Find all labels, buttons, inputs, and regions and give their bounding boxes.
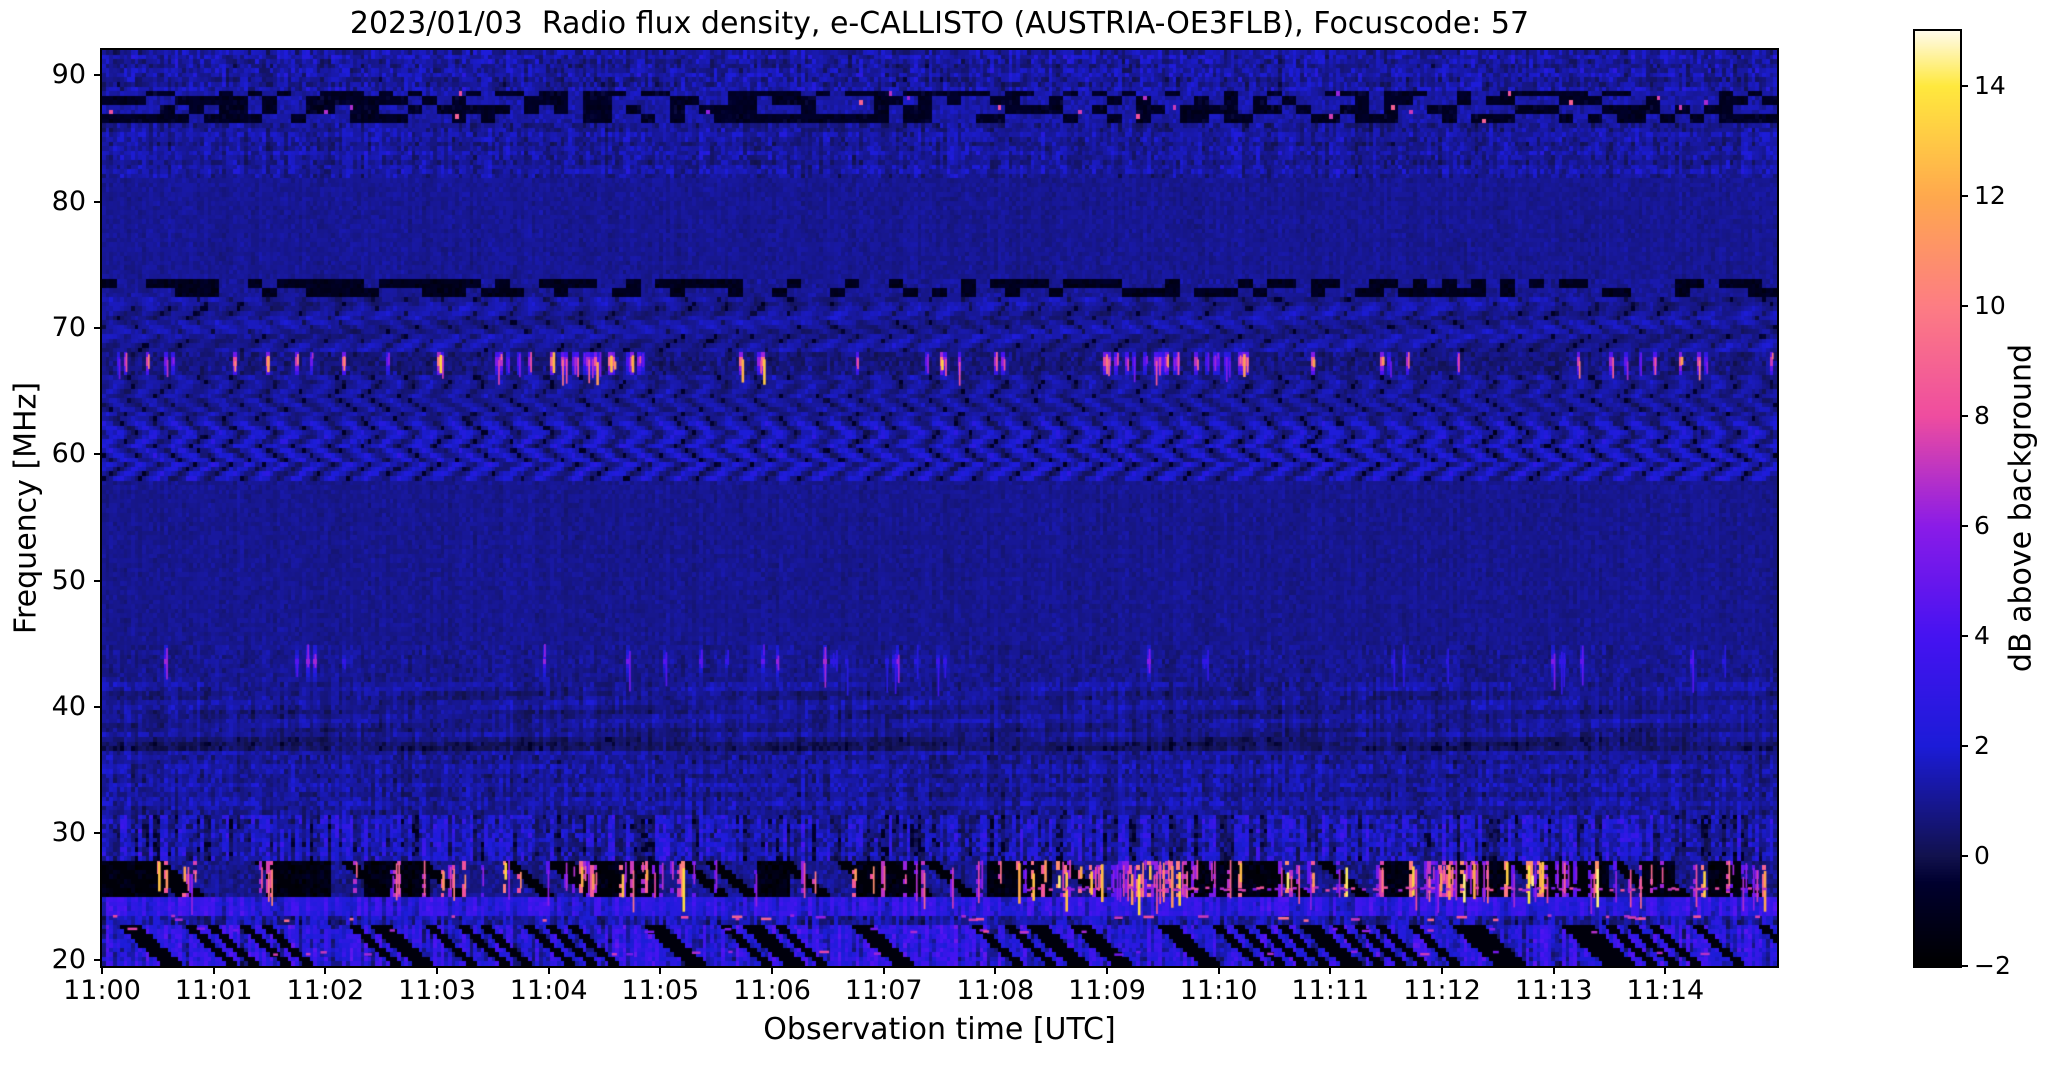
y-tick-label: 30 [51, 817, 86, 849]
figure: 2023/01/03 Radio flux density, e-CALLIST… [0, 0, 2047, 1067]
colorbar-tick-label: 8 [1974, 401, 1990, 430]
x-tick-mark [1552, 966, 1555, 974]
x-tick-mark [994, 966, 997, 974]
colorbar-tick-mark [1960, 85, 1968, 87]
x-axis-label: Observation time [UTC] [763, 1012, 1116, 1047]
colorbar-tick-mark [1960, 965, 1968, 967]
colorbar-canvas [1915, 31, 1960, 966]
x-tick-mark [212, 966, 215, 974]
y-tick-label: 40 [51, 690, 86, 722]
colorbar-tick-label: 2 [1974, 731, 1990, 760]
chart-title: 2023/01/03 Radio flux density, e-CALLIST… [349, 6, 1530, 41]
x-tick-label: 11:11 [1291, 975, 1370, 1006]
y-tick-label: 60 [51, 438, 86, 470]
x-tick-mark [659, 966, 662, 974]
colorbar-tick-label: 12 [1974, 181, 2006, 210]
x-tick-mark [1106, 966, 1108, 974]
colorbar-tick-mark [1960, 415, 1968, 417]
x-tick-label: 11:00 [63, 975, 141, 1006]
x-tick-mark [101, 966, 103, 974]
spectrogram-canvas [102, 50, 1777, 966]
y-tick-mark [94, 705, 102, 708]
x-tick-label: 11:13 [1514, 975, 1593, 1006]
x-tick-mark [1329, 966, 1332, 974]
x-tick-mark [1664, 966, 1667, 974]
y-tick-label: 80 [51, 185, 86, 217]
colorbar-tick-mark [1960, 305, 1968, 307]
x-tick-label: 11:10 [1179, 975, 1258, 1006]
x-tick-mark [1217, 966, 1220, 974]
x-tick-label: 11:07 [844, 975, 923, 1006]
y-tick-mark [94, 74, 102, 77]
colorbar-tick-label: 14 [1974, 71, 2006, 100]
x-tick-label: 11:03 [398, 975, 476, 1006]
colorbar-tick-mark [1960, 635, 1968, 637]
y-tick-mark [94, 832, 102, 835]
x-tick-label: 11:02 [286, 975, 365, 1006]
x-tick-mark [771, 966, 773, 974]
colorbar-label: dB above background [2003, 343, 2039, 673]
x-tick-label: 11:12 [1403, 975, 1481, 1006]
y-tick-mark [94, 200, 102, 203]
x-tick-mark [324, 966, 327, 974]
x-tick-label: 11:04 [509, 975, 588, 1006]
colorbar-tick-label: 10 [1974, 291, 2006, 320]
colorbar-tick-mark [1960, 525, 1968, 527]
y-tick-mark [94, 958, 102, 961]
x-tick-label: 11:05 [621, 975, 700, 1006]
y-tick-label: 20 [51, 943, 86, 975]
x-tick-label: 11:08 [956, 975, 1035, 1006]
colorbar-tick-label: −2 [1974, 951, 2011, 980]
y-axis-label: Frequency [MHz] [8, 381, 44, 635]
y-tick-label: 90 [51, 59, 86, 91]
colorbar-tick-mark [1960, 745, 1968, 747]
x-tick-mark [547, 966, 550, 974]
x-tick-label: 11:14 [1626, 975, 1705, 1006]
y-tick-mark [94, 579, 102, 582]
x-tick-mark [436, 966, 438, 974]
x-tick-label: 11:09 [1068, 975, 1146, 1006]
x-tick-label: 11:01 [174, 975, 253, 1006]
colorbar-tick-label: 6 [1974, 511, 1990, 540]
y-tick-label: 50 [51, 564, 86, 596]
colorbar-tick-label: 0 [1974, 841, 1990, 870]
y-tick-mark [94, 453, 102, 456]
y-tick-label: 70 [51, 311, 86, 343]
x-tick-mark [1441, 966, 1443, 974]
x-tick-label: 11:06 [733, 975, 811, 1006]
colorbar-tick-mark [1960, 195, 1968, 197]
colorbar-tick-mark [1960, 855, 1968, 857]
x-tick-mark [882, 966, 885, 974]
y-tick-mark [94, 326, 102, 329]
colorbar-tick-label: 4 [1974, 621, 1990, 650]
